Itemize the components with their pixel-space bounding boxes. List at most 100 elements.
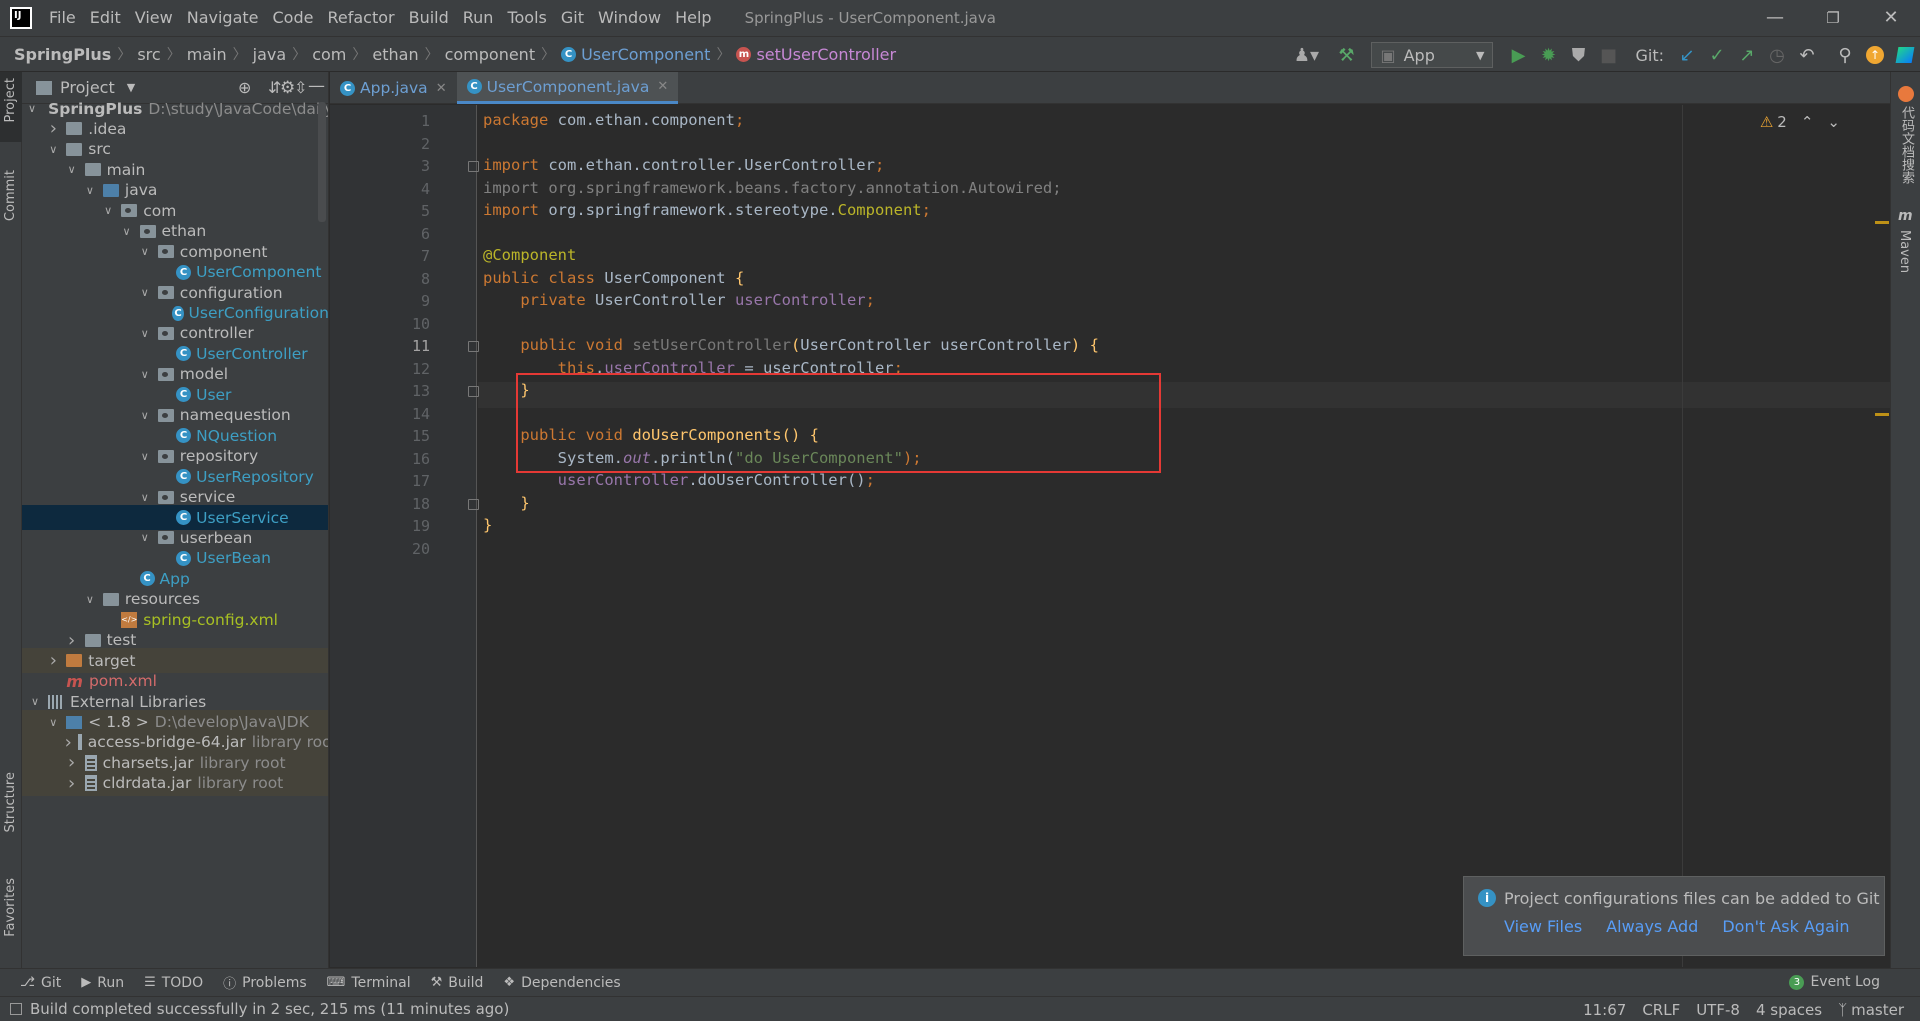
chevron-down-icon[interactable]: ∨ (46, 143, 60, 156)
chevron-down-icon[interactable]: ∨ (138, 531, 152, 544)
todo-tool-button[interactable]: ☰ TODO (144, 973, 203, 992)
chevron-down-icon[interactable]: ∨ (138, 327, 152, 340)
build-tool-button[interactable]: ⚒ Build (431, 973, 484, 992)
hide-panel-icon[interactable]: — (308, 76, 325, 96)
project-panel-title[interactable]: Project (60, 78, 115, 97)
menu-build[interactable]: Build (402, 0, 456, 36)
plugin-icon[interactable] (1890, 40, 1920, 70)
structure-tool-tab[interactable]: Structure (3, 772, 18, 832)
settings-gear-icon[interactable]: ⚙ (280, 78, 295, 98)
view-files-link[interactable]: View Files (1504, 917, 1582, 936)
git-history-icon[interactable]: ◷ (1762, 40, 1792, 70)
close-icon[interactable]: ✕ (1862, 0, 1920, 36)
restore-icon[interactable]: ❐ (1804, 0, 1862, 36)
close-tab-icon[interactable]: ✕ (657, 79, 668, 94)
chevron-down-icon[interactable]: ∨ (138, 245, 152, 258)
warning-marker[interactable] (1875, 413, 1889, 416)
fold-marker-icon[interactable] (468, 386, 479, 397)
breadcrumb-main[interactable]: main (187, 45, 227, 64)
commit-tool-tab[interactable]: Commit (3, 170, 18, 221)
breadcrumb-ethan[interactable]: ethan (372, 45, 418, 64)
user-icon[interactable]: ♟▾ (1291, 40, 1321, 70)
minimize-icon[interactable]: — (1746, 0, 1804, 36)
project-tool-tab[interactable]: Project (3, 78, 18, 122)
chevron-down-icon[interactable]: ∨ (46, 716, 60, 729)
chevron-down-icon[interactable]: ∨ (65, 163, 79, 176)
run-icon[interactable]: ▶ (1503, 40, 1533, 70)
search-icon[interactable]: ⚲ (1830, 40, 1860, 70)
git-update-icon[interactable]: ↙ (1672, 40, 1702, 70)
fold-marker-icon[interactable] (468, 341, 479, 352)
doc-search-tab[interactable]: 代码文档搜索 (1897, 106, 1916, 184)
chevron-down-icon[interactable]: ∨ (83, 593, 97, 606)
chevron-down-icon[interactable]: ∨ (28, 102, 36, 115)
debug-icon[interactable]: ✹ (1533, 40, 1563, 70)
always-add-link[interactable]: Always Add (1606, 917, 1698, 936)
breadcrumb-method[interactable]: m setUserController (736, 45, 896, 64)
menu-file[interactable]: File (42, 0, 83, 36)
breadcrumb-component[interactable]: component (445, 45, 536, 64)
file-encoding[interactable]: UTF-8 (1696, 1001, 1740, 1019)
warning-marker[interactable] (1875, 221, 1889, 224)
menu-window[interactable]: Window (591, 0, 668, 36)
dependencies-tool-button[interactable]: ❖ Dependencies (503, 973, 620, 992)
coverage-icon[interactable]: ⛊ (1563, 40, 1593, 70)
chevron-down-icon[interactable]: ▼ (127, 81, 135, 94)
terminal-tool-button[interactable]: ⌨ Terminal (327, 973, 411, 992)
menu-edit[interactable]: Edit (83, 0, 128, 36)
tab-usercomponent-java[interactable]: C UserComponent.java ✕ (456, 72, 679, 104)
chevron-down-icon[interactable]: ∨ (138, 450, 152, 463)
menu-view[interactable]: View (128, 0, 180, 36)
breadcrumb-project[interactable]: SpringPlus (14, 45, 111, 64)
breadcrumb-com[interactable]: com (312, 45, 346, 64)
next-highlight-icon[interactable]: ⌄ (1827, 113, 1840, 131)
chevron-down-icon[interactable]: ∨ (138, 286, 152, 299)
tab-app-java[interactable]: C App.java ✕ (330, 72, 457, 104)
project-scrollbar[interactable] (318, 102, 326, 222)
chevron-down-icon[interactable]: ∨ (138, 491, 152, 504)
event-log-button[interactable]: 3 Event Log (1789, 974, 1880, 990)
menu-help[interactable]: Help (668, 0, 718, 36)
breadcrumb-class[interactable]: C UserComponent (561, 45, 710, 64)
locate-icon[interactable]: ⊕ (238, 78, 251, 97)
tree-item[interactable]: › cldrdata.jar library root (22, 770, 328, 796)
caret-position[interactable]: 11:67 (1583, 1001, 1626, 1019)
breadcrumb-java[interactable]: java (253, 45, 287, 64)
collapse-all-icon[interactable]: ⇳ (294, 78, 307, 97)
menu-navigate[interactable]: Navigate (180, 0, 266, 36)
git-branch[interactable]: ᛉ master (1838, 1001, 1904, 1019)
git-commit-icon[interactable]: ✓ (1702, 40, 1732, 70)
line-separator[interactable]: CRLF (1642, 1001, 1680, 1019)
problems-tool-button[interactable]: ⓘ Problems (223, 973, 307, 993)
fold-marker-icon[interactable] (468, 161, 479, 172)
git-tool-button[interactable]: ⎇ Git (20, 973, 61, 992)
chevron-down-icon[interactable]: ∨ (138, 368, 152, 381)
breadcrumb-src[interactable]: src (137, 45, 160, 64)
menu-tools[interactable]: Tools (500, 0, 553, 36)
dont-ask-again-link[interactable]: Don't Ask Again (1722, 917, 1849, 936)
maven-tool-tab[interactable]: Maven (1897, 230, 1912, 273)
previous-highlight-icon[interactable]: ⌃ (1801, 113, 1814, 131)
chevron-down-icon[interactable]: ∨ (83, 184, 97, 197)
chevron-down-icon[interactable]: ∨ (101, 204, 115, 217)
run-configuration-select[interactable]: ▣ App ▼ (1371, 42, 1494, 68)
menu-run[interactable]: Run (456, 0, 501, 36)
favorites-tool-tab[interactable]: Favorites (3, 878, 18, 937)
git-rollback-icon[interactable]: ↶ (1792, 40, 1822, 70)
inspection-widget[interactable]: ⚠ 2 ⌃ ⌄ (1760, 113, 1840, 131)
menu-code[interactable]: Code (266, 0, 321, 36)
fold-marker-icon[interactable] (468, 498, 479, 510)
menu-refactor[interactable]: Refactor (320, 0, 401, 36)
git-push-icon[interactable]: ↗ (1732, 40, 1762, 70)
build-hammer-icon[interactable]: ⚒ (1331, 40, 1361, 70)
panel-toggle-icon[interactable] (10, 1003, 22, 1015)
chevron-right-icon[interactable]: › (65, 773, 79, 794)
close-tab-icon[interactable]: ✕ (436, 81, 447, 96)
indent-setting[interactable]: 4 spaces (1756, 1001, 1822, 1019)
chevron-down-icon[interactable]: ∨ (138, 409, 152, 422)
run-tool-button[interactable]: ▶ Run (81, 973, 124, 992)
chevron-down-icon[interactable]: ∨ (28, 695, 42, 708)
code-editor[interactable]: package com.ethan.component; import com.e… (478, 105, 1890, 967)
stop-icon[interactable]: ■ (1593, 40, 1623, 70)
chevron-down-icon[interactable]: ∨ (120, 225, 134, 238)
